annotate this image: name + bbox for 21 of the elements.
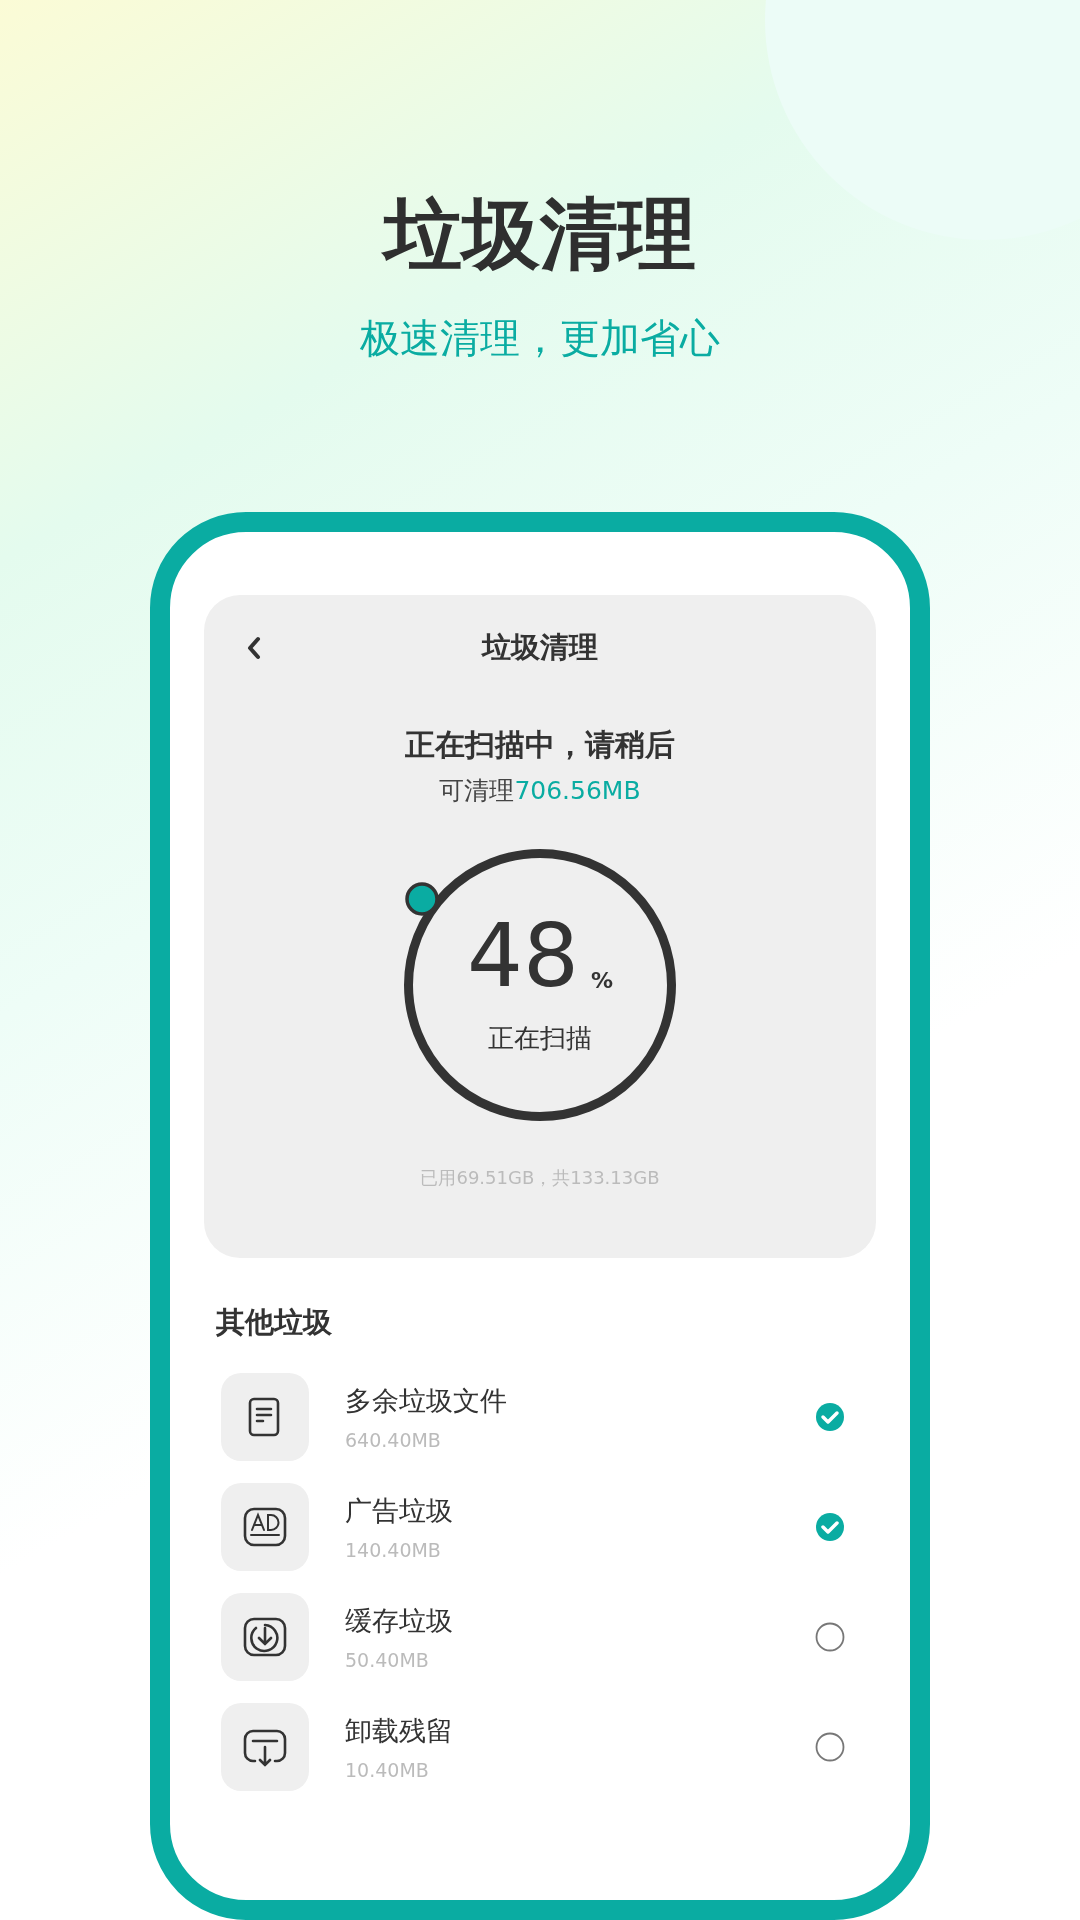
item-name: 卸载残留 (345, 1713, 454, 1748)
promo-subtitle: 极速清理，更加省心 (360, 313, 720, 362)
checkbox[interactable] (815, 1511, 845, 1542)
item-size: 140.40MB (345, 1538, 442, 1561)
scan-status: 正在扫描中，请稍后 (405, 725, 675, 764)
item-size: 10.40MB (345, 1758, 430, 1781)
percent-sign: % (590, 967, 613, 993)
section-title: 其他垃圾 (216, 1303, 332, 1341)
cleanable-size: 可清理706.56MB (439, 774, 641, 807)
item-name: 多余垃圾文件 (345, 1383, 508, 1418)
progress-label: 正在扫描 (488, 1021, 592, 1055)
progress-percent: 48 (467, 915, 579, 995)
item-name: 广告垃圾 (345, 1493, 454, 1528)
checkbox[interactable] (815, 1621, 845, 1652)
item-size: 640.40MB (345, 1428, 442, 1451)
checkbox[interactable] (815, 1731, 845, 1762)
screen-title: 垃圾清理 (482, 628, 598, 666)
checkbox[interactable] (815, 1401, 845, 1432)
item-name: 缓存垃圾 (345, 1603, 454, 1638)
back-icon[interactable] (246, 635, 262, 660)
item-size: 50.40MB (345, 1648, 430, 1671)
